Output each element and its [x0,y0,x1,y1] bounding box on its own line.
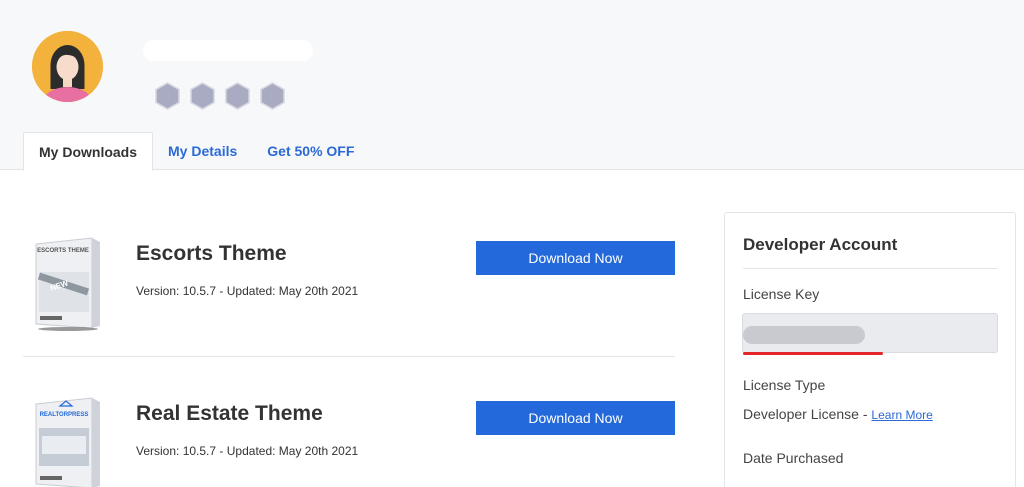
version-value: 10.5.7 [182,284,217,298]
account-tabs: My Downloads My Details Get 50% OFF [23,132,369,171]
license-key-label: License Key [743,286,820,302]
divider [743,268,998,269]
license-key-redacted [743,326,865,344]
hexagon-badge-icon [190,82,215,110]
box-caption: REALTORPRESS [40,412,89,418]
download-now-button[interactable]: Download Now [476,401,675,435]
tab-my-downloads[interactable]: My Downloads [23,132,154,171]
updated-label: Updated: [226,284,276,298]
updated-label: Updated: [226,444,276,458]
user-name-redacted [143,40,313,61]
tab-my-details[interactable]: My Details [153,132,252,170]
license-type-label: License Type [743,377,826,393]
developer-account-panel: Developer Account License Key License Ty… [724,212,1016,487]
tab-get-50-off[interactable]: Get 50% OFF [252,132,369,170]
hexagon-badge-icon [260,82,285,110]
product-box-image: ESCORTS THEME NEW [30,232,104,332]
license-type-text: Developer License [743,406,859,422]
product-title: Escorts Theme [136,242,287,265]
version-value: 10.5.7 [182,444,217,458]
highlight-underline [743,352,883,355]
product-title: Real Estate Theme [136,402,323,425]
download-now-button[interactable]: Download Now [476,241,675,275]
version-label: Version: [136,444,180,458]
product-meta: Version: 10.5.7 - Updated: May 20th 2021 [136,444,359,458]
learn-more-link[interactable]: Learn More [871,408,932,422]
hexagon-badge-icon [155,82,180,110]
license-key-field[interactable] [742,313,998,353]
download-item: REALTORPRESS Real Estate Theme Version: … [23,382,675,487]
account-title: Developer Account [743,235,898,254]
date-purchased-label: Date Purchased [743,450,844,466]
product-box-image: REALTORPRESS [30,392,104,487]
license-type-value: Developer License - Learn More [743,406,933,422]
avatar-icon [32,31,103,102]
box-caption: ESCORTS THEME [37,248,89,254]
achievement-badges [155,82,285,110]
hexagon-badge-icon [225,82,250,110]
profile-header: My Downloads My Details Get 50% OFF [0,0,1024,171]
user-avatar [32,31,103,102]
download-item: ESCORTS THEME NEW Escorts Theme Version:… [23,222,675,357]
product-meta: Version: 10.5.7 - Updated: May 20th 2021 [136,284,359,298]
version-label: Version: [136,284,180,298]
updated-value: May 20th 2021 [278,284,359,298]
updated-value: May 20th 2021 [278,444,359,458]
license-type-sep: - [858,406,872,422]
